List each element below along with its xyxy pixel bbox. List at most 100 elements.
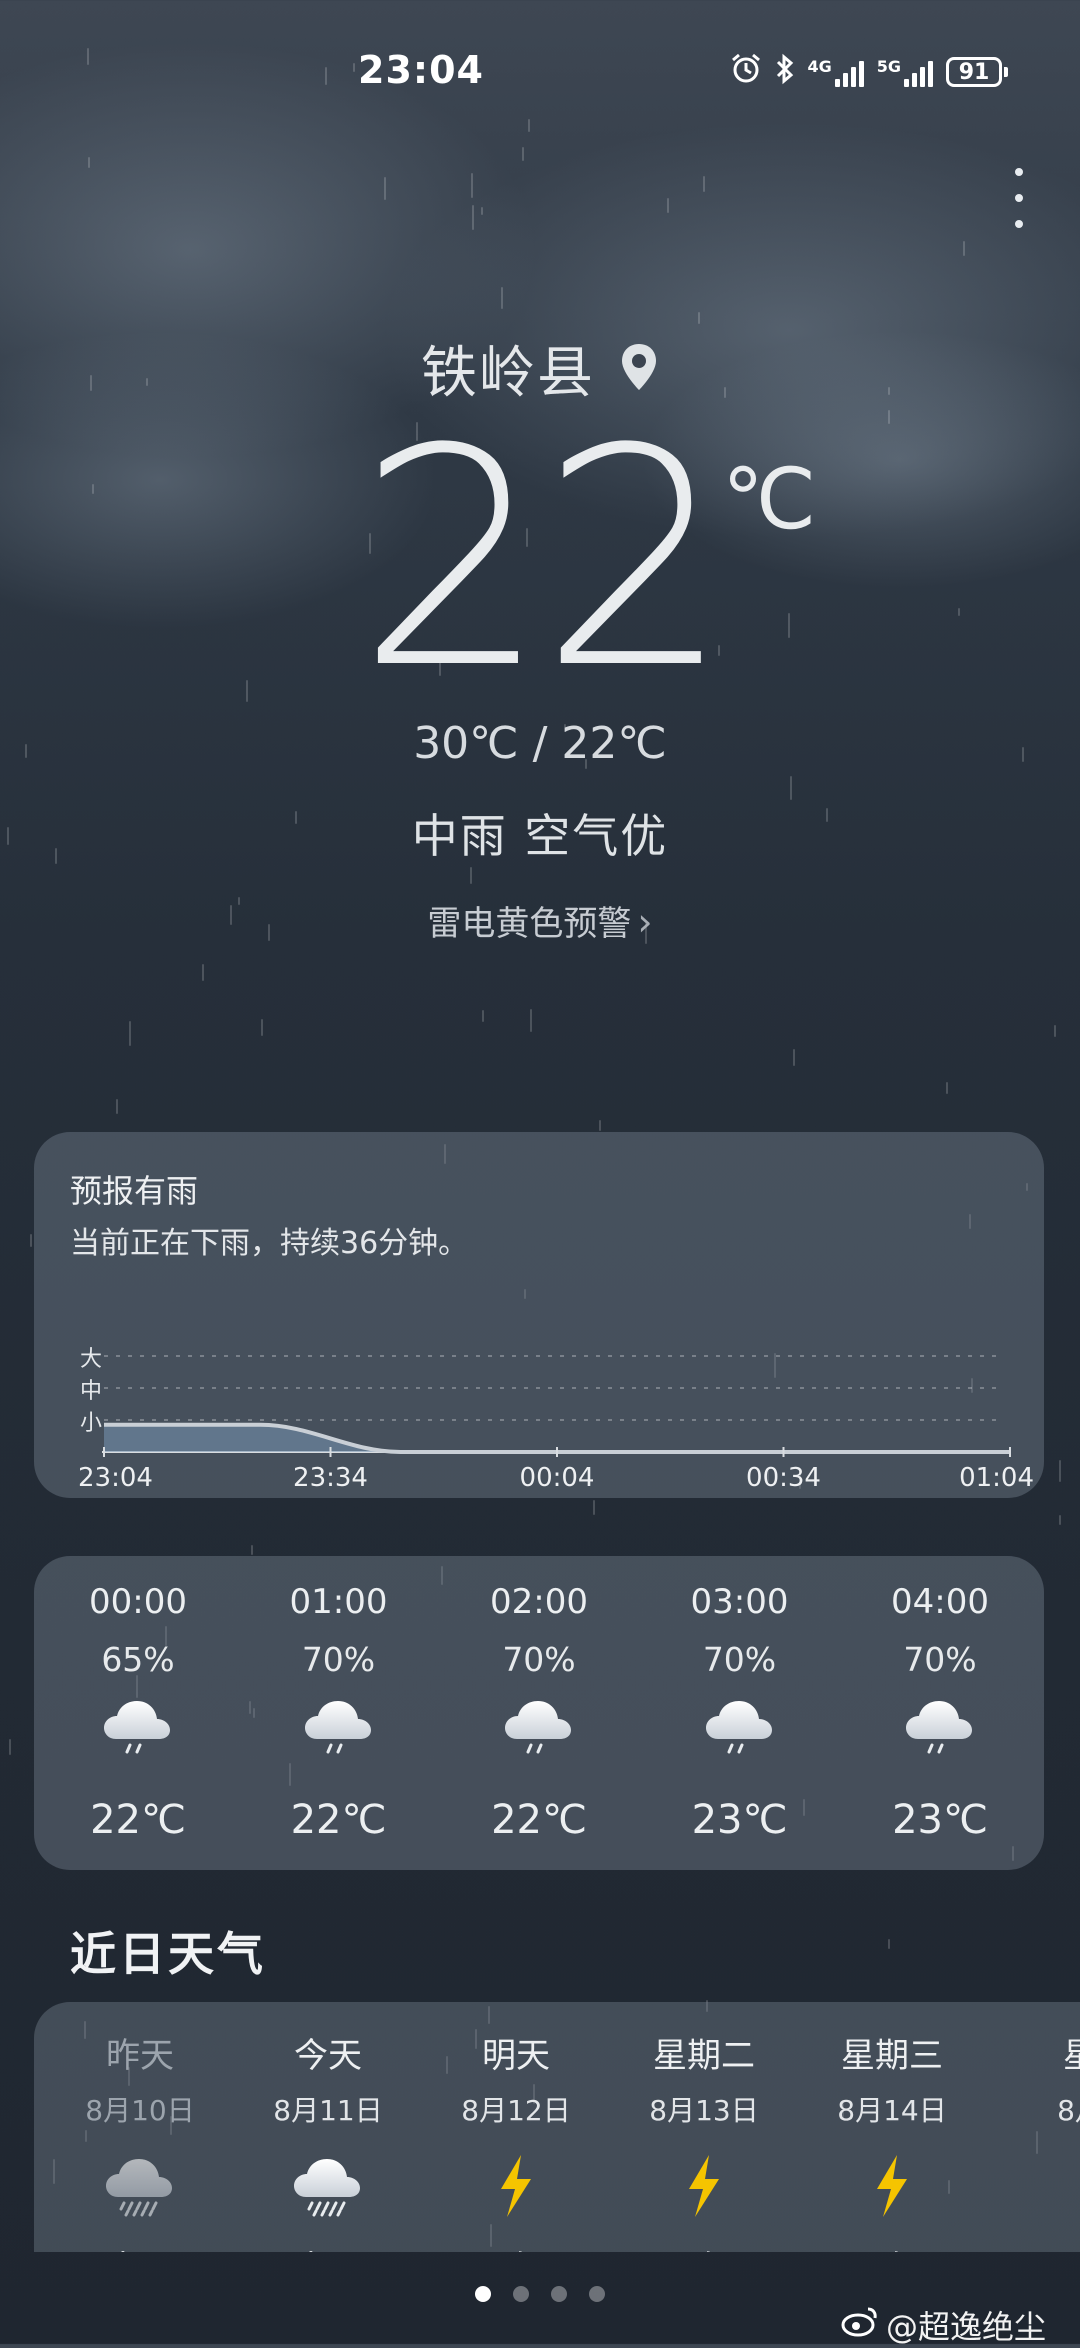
day-condition: 雷阵雨 (798, 2249, 986, 2252)
alarm-icon (729, 52, 763, 92)
chart-xtick-label: 00:04 (520, 1463, 595, 1492)
hourly-item[interactable]: 01:00 70% 22℃ (259, 1556, 419, 1843)
hour-temp: 22℃ (491, 1797, 587, 1843)
chart-xtick-label: 23:34 (293, 1463, 368, 1492)
thunder-icon (422, 2151, 610, 2231)
day-label: 星期三 (841, 2036, 943, 2076)
rain-streak (963, 241, 965, 256)
day-condition: 中雨 (234, 2249, 422, 2252)
forecast-subtitle: 当前正在下雨，持续36分钟。 (70, 1226, 469, 1261)
rain-streak (528, 119, 530, 132)
rain-cloud-icon (660, 1693, 820, 1773)
hour-label: 03:00 (690, 1582, 789, 1622)
date-label: 8月14日 (837, 2094, 947, 2127)
chart-xtick-label: 23:04 (78, 1463, 153, 1492)
rain-streak (261, 1019, 263, 1036)
rain-streak (698, 312, 700, 324)
rain-streak (501, 287, 503, 309)
temp-range: 30℃ / 22℃ (413, 718, 667, 769)
precip-probability: 65% (101, 1640, 175, 1679)
day-label: 星期二 (653, 2036, 755, 2076)
rain-cloud-icon (58, 1693, 218, 1773)
daily-item[interactable]: 今天 8月11日中雨 (234, 2002, 422, 2252)
precip-forecast-card[interactable]: 预报有雨 当前正在下雨，持续36分钟。 小中大 23:04 23:34 00:04 00… (34, 1132, 1044, 1498)
hour-temp: 22℃ (290, 1797, 387, 1843)
clock: 23:04 (358, 48, 484, 92)
rain-streak (946, 1082, 948, 1094)
chart-ytick-label: 大 (80, 1347, 102, 1372)
rain-streak (472, 205, 474, 230)
page-indicator[interactable] (0, 2286, 1080, 2302)
rain-streak (888, 1939, 890, 1949)
precip-probability: 70% (301, 1640, 376, 1679)
daily-item[interactable]: 星 8月雷 (986, 2002, 1080, 2252)
day-condition: 雷阵雨 (610, 2249, 798, 2252)
hourly-item[interactable]: 03:00 70% 23℃ (660, 1556, 820, 1843)
status-bar: 23:04 4G 5G 91 (0, 48, 1080, 98)
rain-streak (703, 176, 705, 192)
heavy-rain-cloud-icon (46, 2151, 234, 2231)
rain-streak (482, 1010, 484, 1022)
day-condition: 雷阵雨 (422, 2249, 610, 2252)
temperature-unit: ℃ (722, 450, 817, 548)
rain-streak (202, 964, 204, 981)
precip-probability: 70% (903, 1640, 977, 1679)
page-dot[interactable] (475, 2286, 491, 2302)
page-dot[interactable] (589, 2286, 605, 2302)
daily-item[interactable]: 明天 8月12日雷阵雨 (422, 2002, 610, 2252)
bluetooth-icon (775, 53, 795, 91)
alert-text: 雷电黄色预警 (427, 904, 632, 944)
hour-label: 01:00 (289, 1582, 388, 1622)
date-label: 8月 (1057, 2094, 1080, 2127)
rain-streak (471, 173, 473, 198)
hour-label: 02:00 (490, 1582, 588, 1622)
rain-streak (530, 1009, 532, 1032)
chart-xtick-label: 01:04 (959, 1463, 1034, 1492)
more-menu-button[interactable] (1004, 168, 1034, 228)
rain-streak (470, 867, 472, 884)
weather-alert-link[interactable]: 雷电黄色预警 › (0, 896, 1080, 945)
hourly-item[interactable]: 00:00 65% 22℃ (58, 1556, 218, 1843)
date-label: 8月10日 (85, 2094, 195, 2127)
date-label: 8月12日 (461, 2094, 571, 2127)
rain-streak (88, 157, 90, 168)
rain-streak (790, 776, 792, 800)
rain-streak (522, 147, 524, 161)
rain-streak (251, 1545, 253, 1555)
hourly-item[interactable]: 02:00 70% 22℃ (459, 1556, 619, 1843)
daily-item[interactable]: 昨天 8月10日中雨 (46, 2002, 234, 2252)
rain-streak (667, 198, 669, 213)
chevron-right-icon: › (637, 900, 653, 944)
rain-streak (1059, 1515, 1061, 1525)
precip-probability: 70% (702, 1640, 777, 1679)
rain-streak (116, 1099, 118, 1114)
thunder-icon (798, 2151, 986, 2231)
hourly-item[interactable]: 04:00 70% 23℃ (860, 1556, 1020, 1843)
weibo-watermark: @超逸绝尘 (840, 2302, 1046, 2348)
date-label: 8月13日 (649, 2094, 759, 2127)
daily-forecast-card[interactable]: 昨天8月10日中雨今天8月11日中雨明天8月12日雷阵雨星期二8月13日雷阵雨星… (34, 2002, 1080, 2252)
page-dot[interactable] (513, 2286, 529, 2302)
rain-streak (1054, 1025, 1056, 1037)
hour-label: 04:00 (891, 1582, 989, 1622)
daily-item[interactable]: 星期三 8月14日雷阵雨 (798, 2002, 986, 2252)
weibo-logo-icon (840, 2305, 880, 2345)
rain-streak (129, 1021, 131, 1046)
rain-cloud-icon (860, 1693, 1020, 1773)
precip-chart: 小中大 23:04 23:34 00:04 00:34 01:04 (78, 1347, 1034, 1492)
rain-cloud-icon (259, 1693, 419, 1773)
rain-streak (481, 207, 483, 215)
daily-item[interactable]: 星期二 8月13日雷阵雨 (610, 2002, 798, 2252)
forecast-title: 预报有雨 (70, 1172, 199, 1210)
rain-streak (593, 1500, 595, 1515)
hourly-forecast-card[interactable]: 00:00 65% 22℃ 01:00 70% 22℃ 02:00 70% 22℃ 03:00 70… (34, 1556, 1044, 1870)
page-dot[interactable] (551, 2286, 567, 2302)
hour-temp: 22℃ (90, 1797, 186, 1843)
chart-xtick-label: 00:34 (746, 1463, 821, 1492)
day-label: 明天 (482, 2036, 550, 2076)
condition-text: 中雨 空气优 (411, 809, 669, 863)
hour-label: 00:00 (89, 1582, 187, 1622)
rain-streak (599, 1120, 601, 1131)
day-label: 昨天 (106, 2036, 174, 2076)
signal-4g-icon: 4G (807, 57, 864, 87)
